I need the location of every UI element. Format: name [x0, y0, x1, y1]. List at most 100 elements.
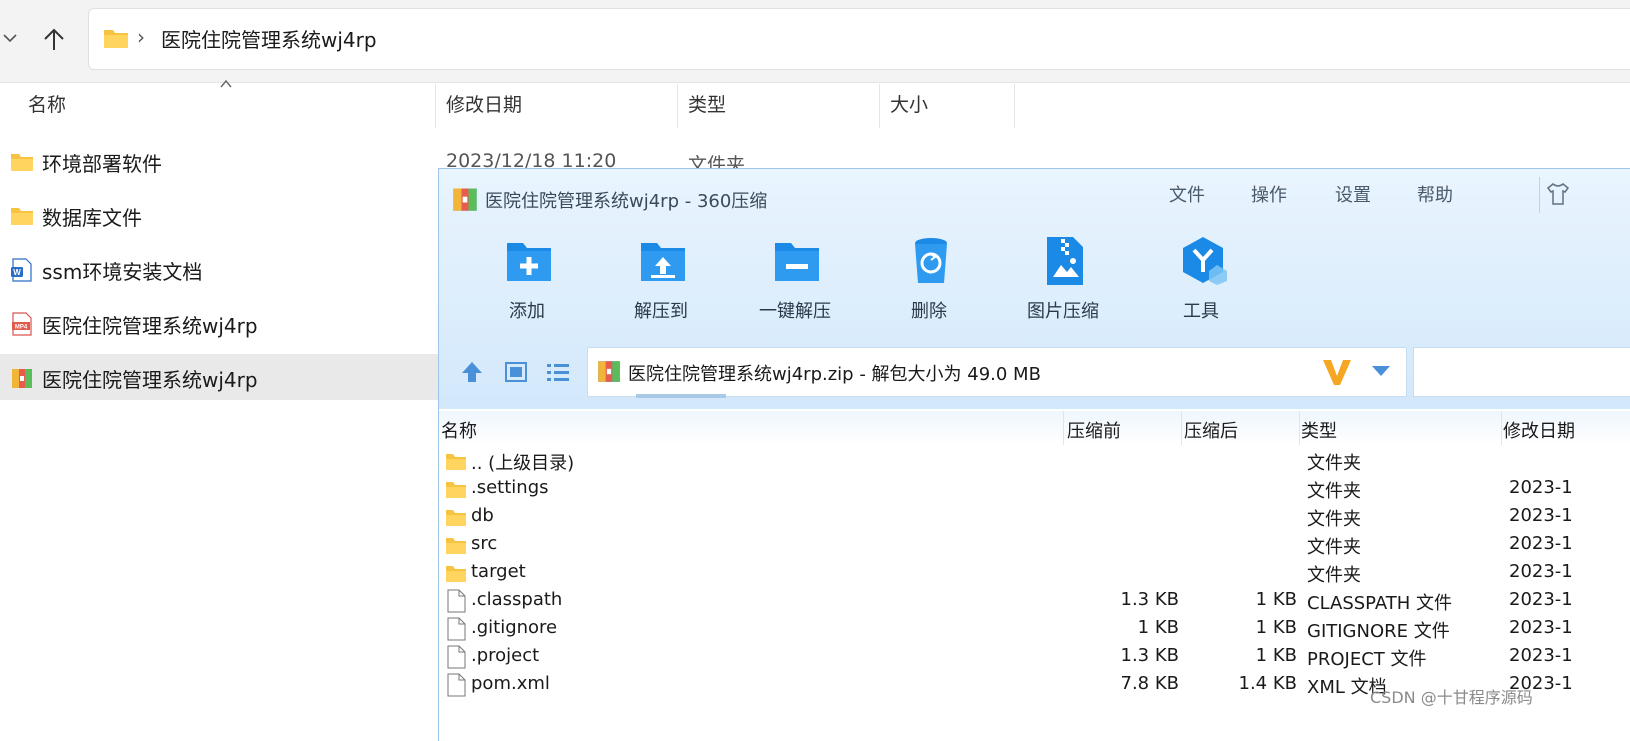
- chevron-down-icon[interactable]: [2, 30, 18, 46]
- archive-row[interactable]: .project 1.3 KB 1 KB PROJECT 文件 2023-1: [439, 643, 1630, 671]
- file-row[interactable]: MP4 医院住院管理系统wj4rp: [0, 300, 438, 346]
- zip-archive-icon: [598, 361, 620, 382]
- up-level-icon[interactable]: [459, 359, 485, 385]
- menu-help[interactable]: 帮助: [1417, 181, 1453, 207]
- list-view-icon[interactable]: [545, 359, 571, 385]
- column-header-type[interactable]: 类型: [1301, 417, 1337, 443]
- archive-row[interactable]: .gitignore 1 KB 1 KB GITIGNORE 文件 2023-1: [439, 615, 1630, 643]
- folder-icon: [446, 510, 466, 526]
- delete-button[interactable]: 删除: [879, 235, 979, 329]
- column-header-name[interactable]: 名称: [28, 92, 66, 126]
- file-name: ssm环境安装文档: [42, 260, 203, 284]
- folder-icon: [104, 30, 128, 48]
- archive-item-name: target: [471, 561, 526, 582]
- up-arrow-icon[interactable]: [40, 26, 68, 54]
- column-header-size[interactable]: 大小: [890, 92, 928, 126]
- column-divider[interactable]: [879, 84, 880, 128]
- menu-settings[interactable]: 设置: [1335, 181, 1371, 207]
- extract-to-button[interactable]: 解压到: [611, 235, 711, 329]
- folder-icon: [446, 566, 466, 582]
- archive-item-type: 文件夹: [1307, 453, 1361, 474]
- archive-row[interactable]: src 文件夹 2023-1: [439, 531, 1630, 559]
- file-row[interactable]: 环境部署软件: [0, 138, 438, 184]
- thumbnail-view-icon[interactable]: [503, 359, 529, 385]
- column-divider[interactable]: [1501, 411, 1502, 445]
- column-divider[interactable]: [435, 84, 436, 128]
- archive-row[interactable]: .classpath 1.3 KB 1 KB CLASSPATH 文件 2023-1: [439, 587, 1630, 615]
- image-compress-icon: [1047, 237, 1083, 285]
- column-divider[interactable]: [677, 84, 678, 128]
- column-divider[interactable]: [1299, 411, 1300, 445]
- archive-item-name: db: [471, 505, 494, 526]
- archive-item-date: 2023-1: [1509, 505, 1573, 526]
- file-row-selected[interactable]: 医院住院管理系统wj4rp: [0, 354, 438, 400]
- archive-item-name: pom.xml: [471, 673, 550, 694]
- file-name: 环境部署软件: [42, 152, 162, 176]
- archive-path-bar[interactable]: 医院住院管理系统wj4rp.zip - 解包大小为 49.0 MB: [587, 347, 1407, 398]
- archive-item-type: 文件夹: [1307, 537, 1361, 558]
- archive-item-name: .settings: [471, 477, 549, 498]
- column-header-modified[interactable]: 修改日期: [1503, 417, 1575, 443]
- extract-to-icon: [641, 243, 685, 281]
- file-row[interactable]: W ssm环境安装文档: [0, 246, 438, 292]
- archive-item-name: .classpath: [471, 589, 563, 610]
- v-badge-icon[interactable]: [1320, 356, 1354, 388]
- image-compress-button[interactable]: 图片压缩: [1003, 235, 1123, 329]
- menu-operation[interactable]: 操作: [1251, 181, 1287, 207]
- breadcrumb-separator: ›: [137, 25, 145, 49]
- archive-item-type: 文件夹: [1307, 509, 1361, 530]
- file-icon: [447, 617, 466, 641]
- archive-item-size-before: 1.3 KB: [1120, 645, 1180, 666]
- archive-item-name: .gitignore: [471, 617, 558, 638]
- file-row[interactable]: 数据库文件: [0, 192, 438, 238]
- file-icon: [447, 589, 466, 613]
- file-icon: [447, 673, 466, 697]
- archive-row[interactable]: .settings 文件夹 2023-1: [439, 475, 1630, 503]
- skin-shirt-icon[interactable]: [1545, 181, 1571, 207]
- folder-icon: [446, 454, 466, 470]
- archive-row[interactable]: target 文件夹 2023-1: [439, 559, 1630, 587]
- file-name: 医院住院管理系统wj4rp: [42, 368, 258, 392]
- svg-text:MP4: MP4: [15, 325, 28, 331]
- folder-icon: [11, 208, 33, 225]
- tools-button[interactable]: 工具: [1151, 235, 1251, 329]
- column-header-after[interactable]: 压缩后: [1184, 417, 1238, 443]
- archive-row[interactable]: db 文件夹 2023-1: [439, 503, 1630, 531]
- dropdown-arrow-icon[interactable]: [1370, 364, 1392, 378]
- delete-label: 删除: [911, 301, 947, 322]
- archive-item-size-before: 1.3 KB: [1120, 589, 1180, 610]
- window-title: 医院住院管理系统wj4rp - 360压缩: [485, 191, 768, 212]
- archive-row[interactable]: .. (上级目录) 文件夹: [439, 447, 1630, 475]
- address-bar[interactable]: › 医院住院管理系统wj4rp: [88, 8, 1630, 70]
- add-button[interactable]: 添加: [477, 235, 577, 329]
- file-name: 医院住院管理系统wj4rp: [42, 314, 258, 338]
- archive-item-date: 2023-1: [1509, 645, 1573, 666]
- recycle-bin-icon: [915, 238, 947, 283]
- archive-search-input[interactable]: [1413, 347, 1630, 397]
- column-header-name[interactable]: 名称: [441, 417, 477, 443]
- column-divider[interactable]: [1063, 411, 1064, 445]
- archive-item-date: 2023-1: [1509, 589, 1573, 610]
- archive-item-type: PROJECT 文件: [1307, 649, 1427, 670]
- archive-item-size-after: 1.4 KB: [1238, 673, 1298, 694]
- zip-archive-icon: [12, 369, 32, 388]
- svg-text:W: W: [13, 268, 21, 277]
- file-icon: [447, 645, 466, 669]
- column-header-type[interactable]: 类型: [688, 92, 726, 126]
- column-divider[interactable]: [1014, 84, 1015, 128]
- archive-item-size-after: 1 KB: [1255, 645, 1297, 666]
- column-header-before[interactable]: 压缩前: [1067, 417, 1121, 443]
- menu-file[interactable]: 文件: [1169, 181, 1205, 207]
- archive-item-date: 2023-1: [1509, 533, 1573, 554]
- breadcrumb-current[interactable]: 医院住院管理系统wj4rp: [161, 24, 377, 53]
- column-header-modified[interactable]: 修改日期: [446, 92, 522, 126]
- archive-item-name: src: [471, 533, 498, 554]
- archive-item-size-after: 1 KB: [1255, 589, 1297, 610]
- image-compress-label: 图片压缩: [1027, 301, 1099, 322]
- column-divider[interactable]: [1181, 411, 1182, 445]
- mp4-icon: MP4: [12, 312, 32, 336]
- tools-icon: [1183, 237, 1227, 285]
- zip-window: 医院住院管理系统wj4rp - 360压缩 文件 操作 设置 帮助 添加 解压到…: [438, 168, 1630, 741]
- one-click-extract-icon: [775, 243, 819, 281]
- one-click-extract-button[interactable]: 一键解压: [745, 235, 845, 329]
